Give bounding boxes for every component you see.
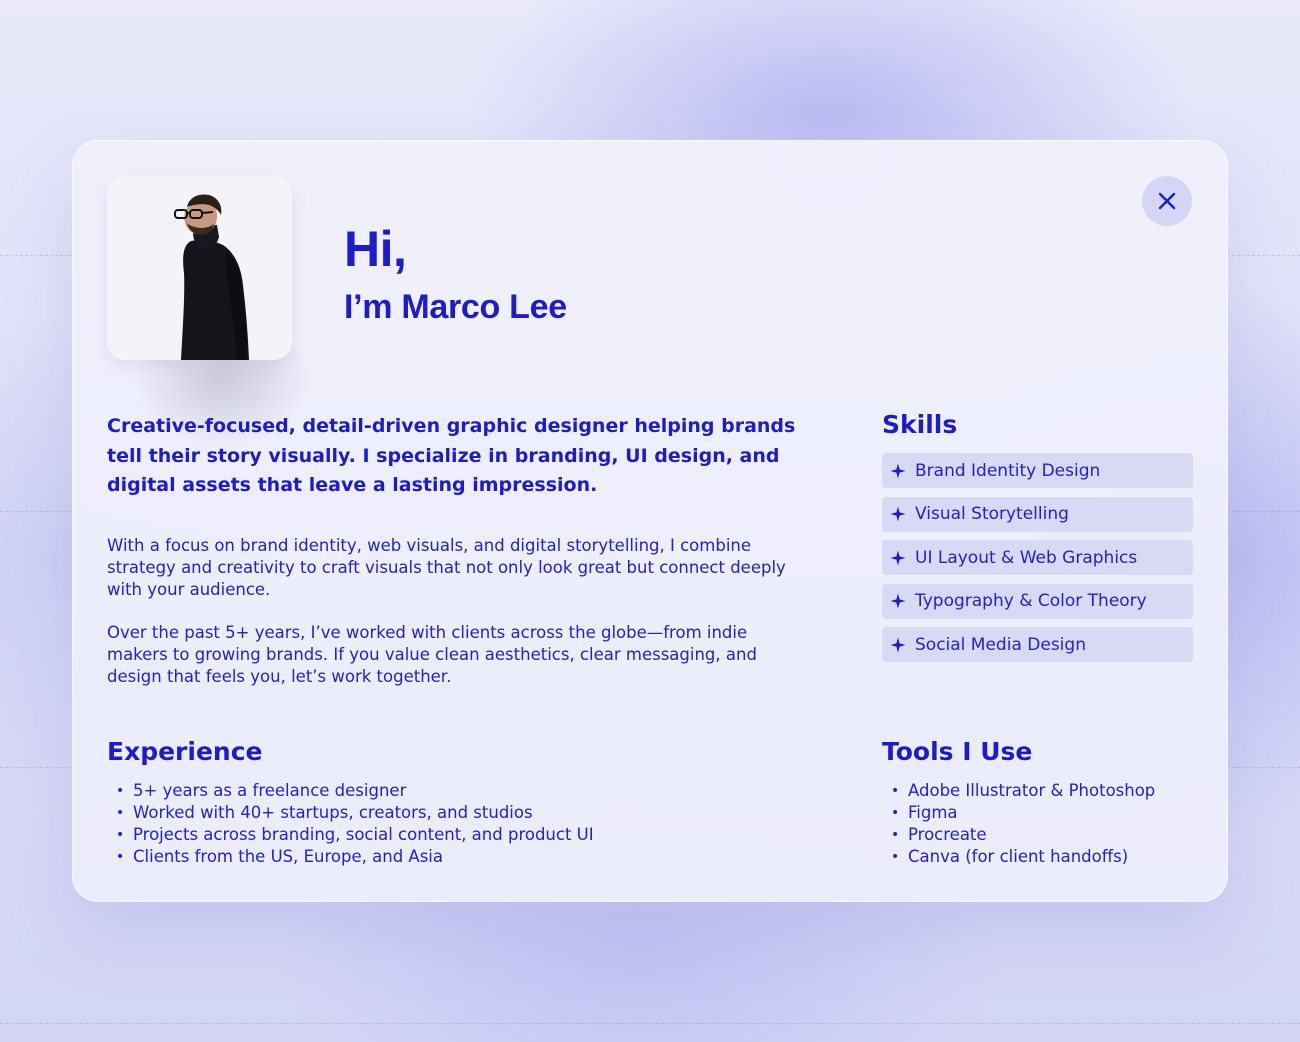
- sparkle-icon: [890, 593, 906, 609]
- skills-heading: Skills: [882, 410, 958, 439]
- bullet-icon: •: [891, 805, 900, 821]
- experience-item: • Worked with 40+ startups, creators, and…: [107, 802, 747, 824]
- experience-item-text: 5+ years as a freelance designer: [133, 781, 407, 800]
- sparkle-icon: [890, 506, 906, 522]
- skill-label: Visual Storytelling: [915, 504, 1069, 525]
- skill-chip: UI Layout & Web Graphics: [882, 540, 1193, 576]
- tool-item: • Adobe Illustrator & Photoshop: [882, 780, 1212, 802]
- skill-chip: Visual Storytelling: [882, 496, 1193, 532]
- bullet-icon: •: [116, 783, 125, 799]
- skill-label: Social Media Design: [915, 634, 1086, 655]
- experience-item-text: Worked with 40+ startups, creators, and …: [133, 803, 533, 822]
- intro-lead: Creative-focused, detail-driven graphic …: [107, 415, 796, 496]
- bullet-icon: •: [891, 783, 900, 799]
- tool-item-text: Canva (for client handoffs): [908, 847, 1129, 866]
- experience-item: • Projects across branding, social conten…: [107, 824, 747, 846]
- tool-item: • Canva (for client handoffs): [882, 846, 1212, 868]
- sparkle-icon: [890, 637, 906, 653]
- experience-item-text: Clients from the US, Europe, and Asia: [133, 847, 443, 866]
- bullet-icon: •: [891, 827, 900, 843]
- sparkle-icon: [890, 463, 906, 478]
- skill-chip: Social Media Design: [882, 627, 1193, 663]
- skill-chip: Brand Identity Design: [882, 453, 1193, 488]
- greeting-heading: Hi,: [344, 221, 407, 277]
- background-guide-line: [0, 1023, 1300, 1024]
- skills-list: Brand Identity Design Visual Storytellin…: [882, 453, 1193, 671]
- tool-item: • Figma: [882, 802, 1212, 824]
- tool-item-text: Figma: [908, 803, 958, 822]
- skill-chip: Typography & Color Theory: [882, 583, 1193, 619]
- intro-paragraph: Over the past 5+ years, I’ve worked with…: [107, 623, 757, 686]
- experience-item-text: Projects across branding, social content…: [133, 825, 594, 844]
- bullet-icon: •: [116, 805, 125, 821]
- tools-heading: Tools I Use: [882, 737, 1033, 766]
- experience-item: • Clients from the US, Europe, and Asia: [107, 846, 747, 868]
- profile-card: Hi, I’m Marco Lee Creative-focused, deta…: [72, 140, 1228, 902]
- close-button[interactable]: [1142, 176, 1192, 226]
- experience-heading: Experience: [107, 737, 263, 766]
- intro-paragraph: With a focus on brand identity, web visu…: [107, 536, 786, 599]
- person-illustration: [174, 194, 249, 360]
- experience-item: • 5+ years as a freelance designer: [107, 780, 747, 802]
- tool-item-text: Adobe Illustrator & Photoshop: [908, 781, 1156, 800]
- bullet-icon: •: [891, 849, 900, 865]
- tool-item-text: Procreate: [908, 825, 987, 844]
- skill-label: Typography & Color Theory: [915, 591, 1147, 612]
- tools-list: • Adobe Illustrator & Photoshop • Figma • P…: [882, 780, 1212, 868]
- bullet-icon: •: [116, 849, 125, 865]
- skill-label: Brand Identity Design: [915, 460, 1101, 481]
- skill-label: UI Layout & Web Graphics: [915, 547, 1138, 568]
- name-heading: I’m Marco Lee: [344, 288, 567, 326]
- bullet-icon: •: [116, 827, 125, 843]
- sparkle-icon: [890, 550, 906, 566]
- close-icon: [1158, 192, 1176, 210]
- experience-list: • 5+ years as a freelance designer • Worke…: [107, 780, 747, 868]
- tool-item: • Procreate: [882, 824, 1212, 846]
- profile-photo: [107, 175, 292, 360]
